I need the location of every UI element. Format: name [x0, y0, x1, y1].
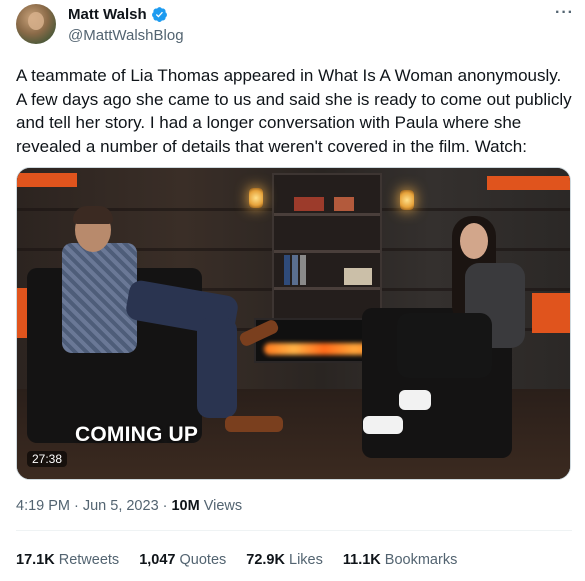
engagement-stats: 17.1K Retweets 1,047 Quotes 72.9K Likes … — [16, 552, 477, 568]
views-label: Views — [203, 498, 243, 514]
sneaker — [363, 416, 403, 434]
tweet-metadata: 4:19 PM · Jun 5, 2023 · 10M Views — [16, 498, 242, 514]
verified-badge-icon — [151, 7, 167, 22]
meta-separator: · — [162, 498, 168, 514]
bookshelf — [272, 173, 382, 323]
retweets-label: Retweets — [58, 552, 120, 568]
quotes-stat[interactable]: 1,047 Quotes — [139, 552, 226, 568]
man-legs — [197, 318, 237, 418]
quotes-label: Quotes — [179, 552, 227, 568]
author-name-row: Matt Walsh — [68, 6, 168, 23]
likes-count: 72.9K — [246, 552, 285, 568]
woman-head — [460, 223, 488, 259]
retweets-count: 17.1K — [16, 552, 55, 568]
bookmarks-count: 11.1K — [342, 552, 381, 568]
wall-lamp-icon — [400, 190, 414, 210]
accent-stripe — [17, 173, 77, 187]
shoe — [225, 416, 283, 432]
tweet-text: A teammate of Lia Thomas appeared in Wha… — [16, 66, 572, 156]
man-figure — [62, 243, 137, 353]
tweet-header: Matt Walsh @MattWalshBlog ··· — [16, 4, 576, 48]
author-name[interactable]: Matt Walsh — [68, 6, 147, 23]
likes-label: Likes — [289, 552, 323, 568]
retweets-stat[interactable]: 17.1K Retweets — [16, 552, 119, 568]
meta-separator: · — [74, 498, 79, 514]
sneaker — [399, 390, 431, 410]
video-overlay-text: COMING UP — [75, 423, 199, 446]
video-player[interactable]: COMING UP 27:38 — [16, 167, 571, 480]
divider — [16, 530, 572, 531]
likes-stat[interactable]: 72.9K Likes — [246, 552, 323, 568]
author-avatar[interactable] — [16, 4, 56, 44]
wall-lamp-icon — [249, 188, 263, 208]
quotes-count: 1,047 — [139, 552, 176, 568]
woman-skirt — [397, 313, 492, 378]
more-options-icon[interactable]: ··· — [555, 4, 574, 22]
tweet-date[interactable]: Jun 5, 2023 — [83, 498, 159, 514]
video-duration-badge: 27:38 — [27, 451, 68, 467]
tweet-time[interactable]: 4:19 PM — [16, 498, 70, 514]
bookmarks-label: Bookmarks — [384, 552, 458, 568]
accent-stripe — [487, 176, 570, 190]
views-count: 10M — [171, 498, 200, 514]
author-handle[interactable]: @MattWalshBlog — [68, 27, 184, 44]
accent-stripe — [532, 293, 570, 333]
bookmarks-stat[interactable]: 11.1K Bookmarks — [343, 552, 457, 568]
